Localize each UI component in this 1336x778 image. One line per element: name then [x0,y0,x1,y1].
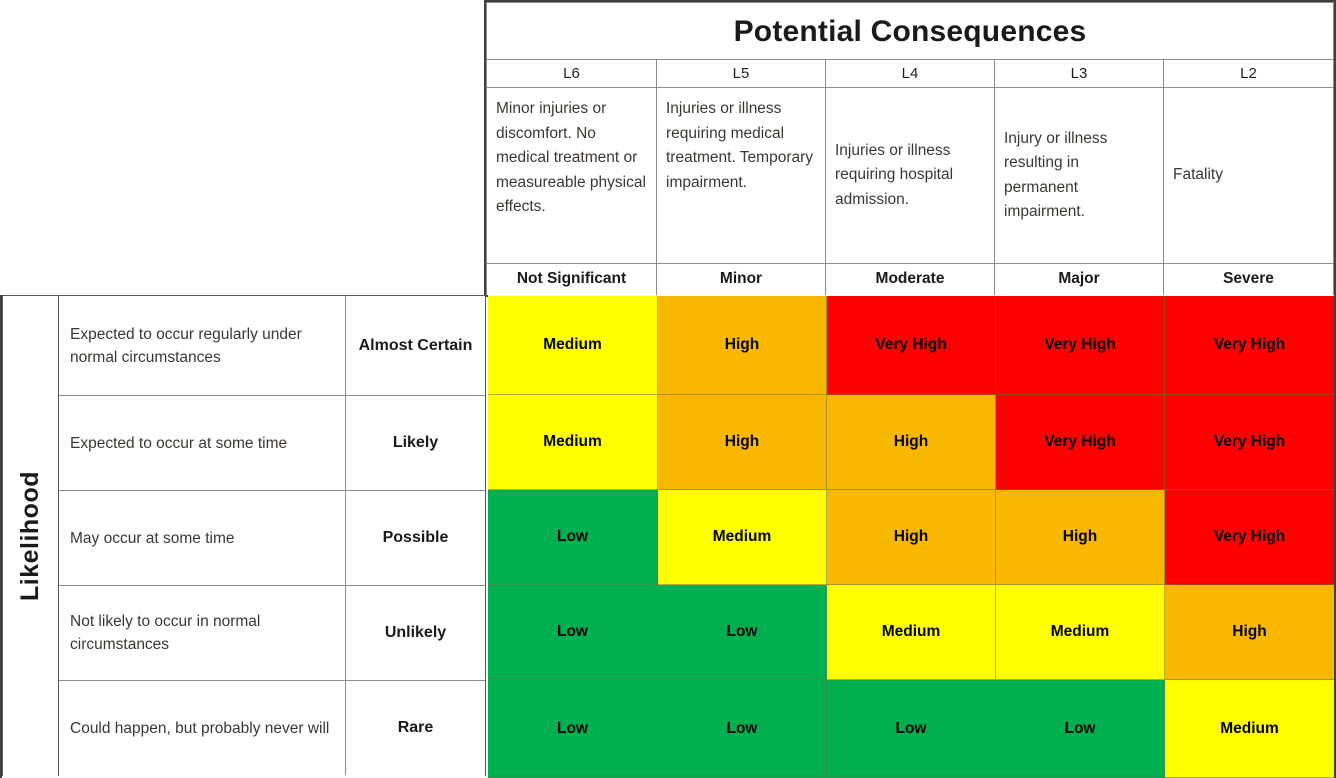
likelihood-rating-almost-certain: Almost Certain [358,336,473,354]
likelihood-rating-unlikely: Unlikely [384,624,447,641]
consequence-description-l4: Injuries or illness requiring hospital a… [826,88,995,263]
risk-cell-almost-certain-minor[interactable]: High [658,296,827,395]
consequence-code-row: L6 L5 L4 L3 L2 [487,60,1333,88]
consequence-severity-row: Not Significant Minor Moderate Major Sev… [487,264,1333,295]
risk-cell-possible-major[interactable]: High [996,490,1165,585]
likelihood-description-rare: Could happen, but probably never will [59,681,346,775]
likelihood-rating-likely: Likely [392,434,439,451]
risk-row-likely: Medium High High Very High Very High [488,395,1334,490]
consequence-code-l6: L6 [487,60,657,87]
risk-cell-possible-severe[interactable]: Very High [1165,490,1334,585]
risk-cell-rare-moderate[interactable]: Low [827,680,996,778]
likelihood-row-unlikely: Not likely to occur in normal circumstan… [59,586,485,681]
risk-cell-likely-moderate[interactable]: High [827,395,996,490]
consequence-code-l4: L4 [826,60,995,87]
consequence-description-l6: Minor injuries or discomfort. No medical… [487,88,657,263]
likelihood-row-almost-certain: Expected to occur regularly under normal… [59,296,485,396]
likelihood-axis: Likelihood [3,296,59,776]
consequence-description-l5: Injuries or illness requiring medical tr… [657,88,826,263]
likelihood-description-possible: May occur at some time [59,491,346,585]
consequence-description-l3: Injury or illness resulting in permanent… [995,88,1164,263]
severity-moderate: Moderate [826,264,995,295]
risk-row-almost-certain: Medium High Very High Very High Very High [488,296,1334,395]
risk-cell-rare-major[interactable]: Low [996,680,1165,778]
risk-cell-likely-severe[interactable]: Very High [1165,395,1334,490]
risk-cell-unlikely-minor[interactable]: Low [658,585,827,680]
likelihood-block: Likelihood Expected to occur regularly u… [2,295,486,776]
severity-severe: Severe [1223,270,1274,287]
risk-cell-rare-not-significant[interactable]: Low [488,680,658,778]
risk-cell-possible-moderate[interactable]: High [827,490,996,585]
risk-cell-likely-minor[interactable]: High [658,395,827,490]
risk-row-possible: Low Medium High High Very High [488,490,1334,585]
risk-cell-unlikely-not-significant[interactable]: Low [488,585,658,680]
risk-cell-almost-certain-major[interactable]: Very High [996,296,1165,395]
risk-cell-unlikely-severe[interactable]: High [1165,585,1334,680]
risk-cell-almost-certain-severe[interactable]: Very High [1165,296,1334,395]
consequence-code-l5: L5 [657,60,826,87]
likelihood-axis-label: Likelihood [16,471,44,602]
likelihood-row-rare: Could happen, but probably never will Ra… [59,681,485,775]
consequence-description-l2: Fatality [1173,166,1223,184]
consequence-code-l3: L3 [995,60,1164,87]
likelihood-description-almost-certain: Expected to occur regularly under normal… [59,296,346,395]
severity-not-significant: Not Significant [487,264,657,295]
risk-matrix: Potential Consequences L6 L5 L4 L3 L2 Mi… [0,0,1336,778]
likelihood-rating-rare: Rare [397,719,434,736]
likelihood-row-likely: Expected to occur at some time Likely [59,396,485,491]
likelihood-description-unlikely: Not likely to occur in normal circumstan… [59,586,346,680]
risk-row-unlikely: Low Low Medium Medium High [488,585,1334,680]
risk-cell-almost-certain-moderate[interactable]: Very High [827,296,996,395]
likelihood-description-likely: Expected to occur at some time [59,396,346,490]
risk-cell-almost-certain-not-significant[interactable]: Medium [488,296,658,395]
risk-cell-possible-not-significant[interactable]: Low [488,490,658,585]
risk-row-rare: Low Low Low Low Medium [488,680,1334,778]
risk-cell-likely-not-significant[interactable]: Medium [488,395,658,490]
consequences-title: Potential Consequences [487,3,1333,60]
consequences-header-block: Potential Consequences L6 L5 L4 L3 L2 Mi… [486,2,1334,295]
risk-grid: Medium High Very High Very High Very High Med… [488,296,1334,778]
risk-cell-possible-minor[interactable]: Medium [658,490,827,585]
severity-minor: Minor [657,264,826,295]
likelihood-rows: Expected to occur regularly under normal… [59,296,485,776]
risk-cell-likely-major[interactable]: Very High [996,395,1165,490]
consequence-code-l2: L2 [1240,65,1257,82]
consequence-description-row: Minor injuries or discomfort. No medical… [487,88,1333,264]
risk-cell-rare-minor[interactable]: Low [658,680,827,778]
likelihood-rating-possible: Possible [382,529,449,546]
risk-cell-unlikely-major[interactable]: Medium [996,585,1165,680]
likelihood-row-possible: May occur at some time Possible [59,491,485,586]
severity-major: Major [995,264,1164,295]
risk-cell-unlikely-moderate[interactable]: Medium [827,585,996,680]
risk-cell-rare-severe[interactable]: Medium [1165,680,1334,778]
